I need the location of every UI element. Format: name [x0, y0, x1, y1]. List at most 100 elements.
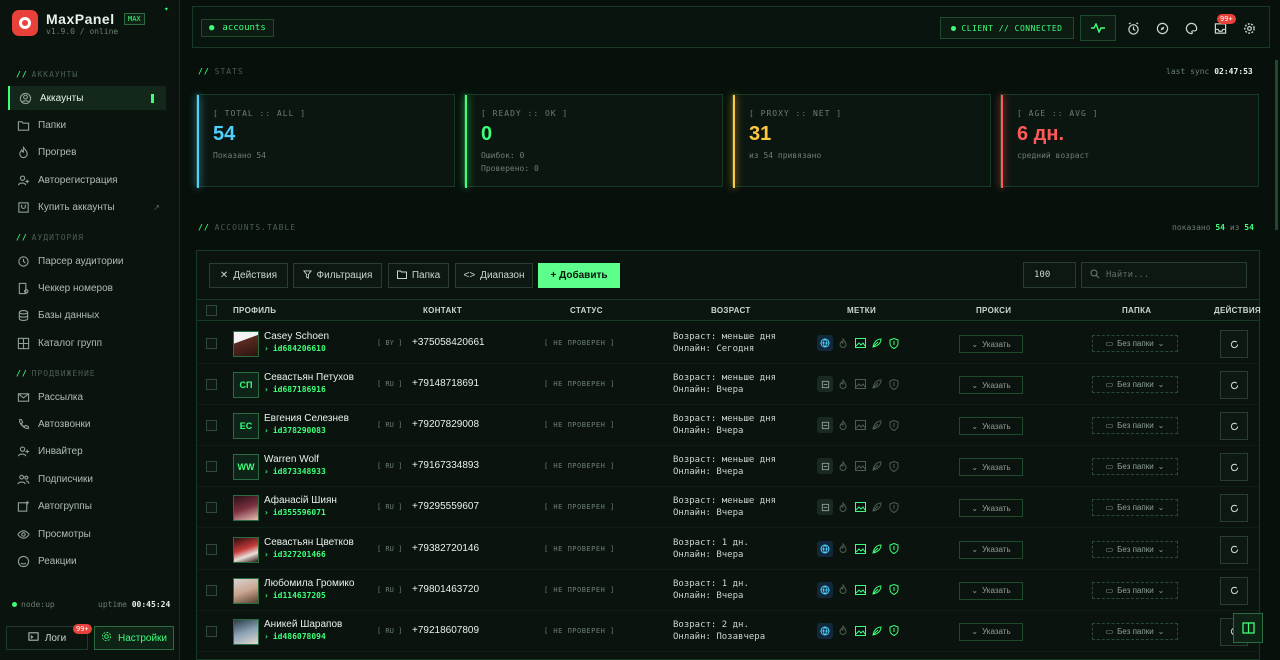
table-row[interactable]: Любомила Громико › id114637205 [ RU ] +79… [197, 570, 1259, 611]
leaf-icon[interactable] [870, 336, 884, 350]
account-id[interactable]: › id486078094 [264, 632, 326, 641]
account-name[interactable]: Любомила Громико [264, 578, 358, 589]
row-checkbox[interactable] [206, 420, 217, 432]
row-checkbox[interactable] [206, 379, 217, 391]
row-checkbox[interactable] [206, 543, 217, 555]
image-icon[interactable] [853, 418, 867, 432]
image-icon[interactable] [853, 459, 867, 473]
leaf-icon[interactable] [870, 377, 884, 391]
range-button[interactable]: <> Диапазон [455, 263, 533, 288]
select-all-checkbox[interactable] [206, 305, 217, 316]
proxy-select[interactable]: ⌄ Указать [959, 335, 1023, 353]
column-header[interactable]: КОНТАКТ [423, 306, 462, 315]
folder-select[interactable]: ▭ Без папки ⌄ [1092, 417, 1178, 435]
sidebar-item-user-circle[interactable]: Аккаунты [8, 86, 166, 110]
leaf-icon[interactable] [870, 542, 884, 556]
globe-icon[interactable] [817, 581, 833, 598]
leaf-icon[interactable] [870, 418, 884, 432]
image-icon[interactable] [853, 336, 867, 350]
shield-icon[interactable] [887, 459, 901, 473]
account-name[interactable]: Севастьян Петухов [264, 372, 358, 383]
sidebar-item-flame[interactable]: Прогрев [8, 141, 166, 165]
account-name[interactable]: Casey Schoen [264, 331, 358, 342]
row-action-button[interactable] [1220, 576, 1248, 605]
settings-icon[interactable] [1241, 20, 1257, 36]
sidebar-item-users[interactable]: Подписчики [8, 467, 166, 491]
avatar[interactable] [233, 331, 259, 357]
account-id[interactable]: › id687186916 [264, 385, 326, 394]
row-action-button[interactable] [1220, 453, 1248, 482]
sidebar-item-folder[interactable]: Папки [8, 113, 166, 137]
sidebar-item-phone[interactable]: Автозвонки [8, 412, 166, 436]
table-row[interactable]: Афанасій Шиян › id355596071 [ RU ] +79295… [197, 487, 1259, 529]
folder-select[interactable]: ▭ Без папки ⌄ [1092, 376, 1178, 394]
shield-icon[interactable] [887, 624, 901, 638]
phone-number[interactable]: +79382720146 [412, 543, 479, 554]
image-icon[interactable] [853, 377, 867, 391]
account-name[interactable]: Евгения Селезнев [264, 413, 358, 424]
search-input[interactable]: Найти... [1081, 262, 1247, 288]
avatar[interactable]: WW [233, 454, 259, 481]
sidebar-item-history[interactable]: Парсер аудитории [8, 249, 166, 273]
flame-icon[interactable] [836, 500, 850, 514]
proxy-select[interactable]: ⌄ Указать [959, 581, 1023, 600]
sidebar-item-user-plus[interactable]: Инвайтер [8, 440, 166, 464]
phone-number[interactable]: +79295559607 [412, 501, 479, 512]
row-action-button[interactable] [1220, 330, 1248, 358]
proxy-select[interactable]: ⌄ Указать [959, 417, 1023, 436]
folder-select[interactable]: ▭ Без папки ⌄ [1092, 540, 1178, 558]
sidebar-item-smile[interactable]: Реакции [8, 549, 166, 573]
globe-icon[interactable] [817, 499, 833, 516]
image-icon[interactable] [853, 624, 867, 638]
account-id[interactable]: › id378290083 [264, 426, 326, 435]
column-header[interactable]: ПРОФИЛЬ [233, 306, 276, 315]
leaf-icon[interactable] [870, 500, 884, 514]
globe-icon[interactable] [817, 458, 833, 475]
row-checkbox[interactable] [206, 584, 217, 596]
folder-select[interactable]: ▭ Без папки ⌄ [1092, 499, 1178, 517]
globe-icon[interactable] [817, 335, 833, 351]
shield-icon[interactable] [887, 542, 901, 556]
table-row[interactable]: СП Севастьян Петухов › id687186916 [ RU ]… [197, 364, 1259, 406]
globe-icon[interactable] [817, 622, 833, 639]
account-name[interactable]: Warren Wolf [264, 454, 358, 465]
sidebar-item-cart[interactable]: Купить аккаунты ↗ [8, 196, 166, 220]
phone-number[interactable]: +79148718691 [412, 378, 479, 389]
table-row[interactable]: Аникей Шарапов › id486078094 [ RU ] +7921… [197, 611, 1259, 652]
alarm-icon[interactable] [1125, 20, 1141, 36]
per-page-select[interactable]: 100 [1023, 262, 1076, 288]
avatar[interactable]: ЕС [233, 413, 259, 440]
sidebar-item-mail[interactable]: Рассылка [8, 385, 166, 409]
account-id[interactable]: › id873348933 [264, 467, 326, 476]
actions-button[interactable]: ✕ Действия [209, 263, 288, 288]
phone-number[interactable]: +79167334893 [412, 460, 479, 471]
leaf-icon[interactable] [870, 583, 884, 597]
sidebar-item-phone-search[interactable]: Чеккер номеров [8, 276, 166, 300]
shield-icon[interactable] [887, 500, 901, 514]
leaf-icon[interactable] [870, 459, 884, 473]
shield-icon[interactable] [887, 336, 901, 350]
shield-icon[interactable] [887, 377, 901, 391]
shield-icon[interactable] [887, 583, 901, 597]
folder-button[interactable]: Папка [388, 263, 449, 288]
avatar[interactable] [233, 495, 259, 522]
flame-icon[interactable] [836, 542, 850, 556]
folder-select[interactable]: ▭ Без папки ⌄ [1092, 622, 1178, 640]
globe-icon[interactable] [817, 540, 833, 557]
breadcrumb[interactable]: ● accounts [201, 19, 274, 37]
settings-button[interactable]: Настройки [94, 626, 174, 650]
avatar[interactable] [233, 618, 259, 645]
table-row[interactable]: Casey Schoen › id684206610 [ BY ] +375058… [197, 323, 1259, 364]
proxy-select[interactable]: ⌄ Указать [959, 499, 1023, 518]
avatar[interactable] [233, 577, 259, 604]
row-action-button[interactable] [1220, 494, 1248, 523]
folder-select[interactable]: ▭ Без папки ⌄ [1092, 458, 1178, 476]
compass-icon[interactable] [1154, 20, 1170, 36]
flame-icon[interactable] [836, 418, 850, 432]
image-icon[interactable] [853, 500, 867, 514]
row-checkbox[interactable] [206, 338, 217, 349]
proxy-select[interactable]: ⌄ Указать [959, 540, 1023, 559]
avatar[interactable]: СП [233, 372, 259, 399]
column-header[interactable]: СТАТУС [570, 306, 603, 315]
row-action-button[interactable] [1220, 371, 1248, 400]
